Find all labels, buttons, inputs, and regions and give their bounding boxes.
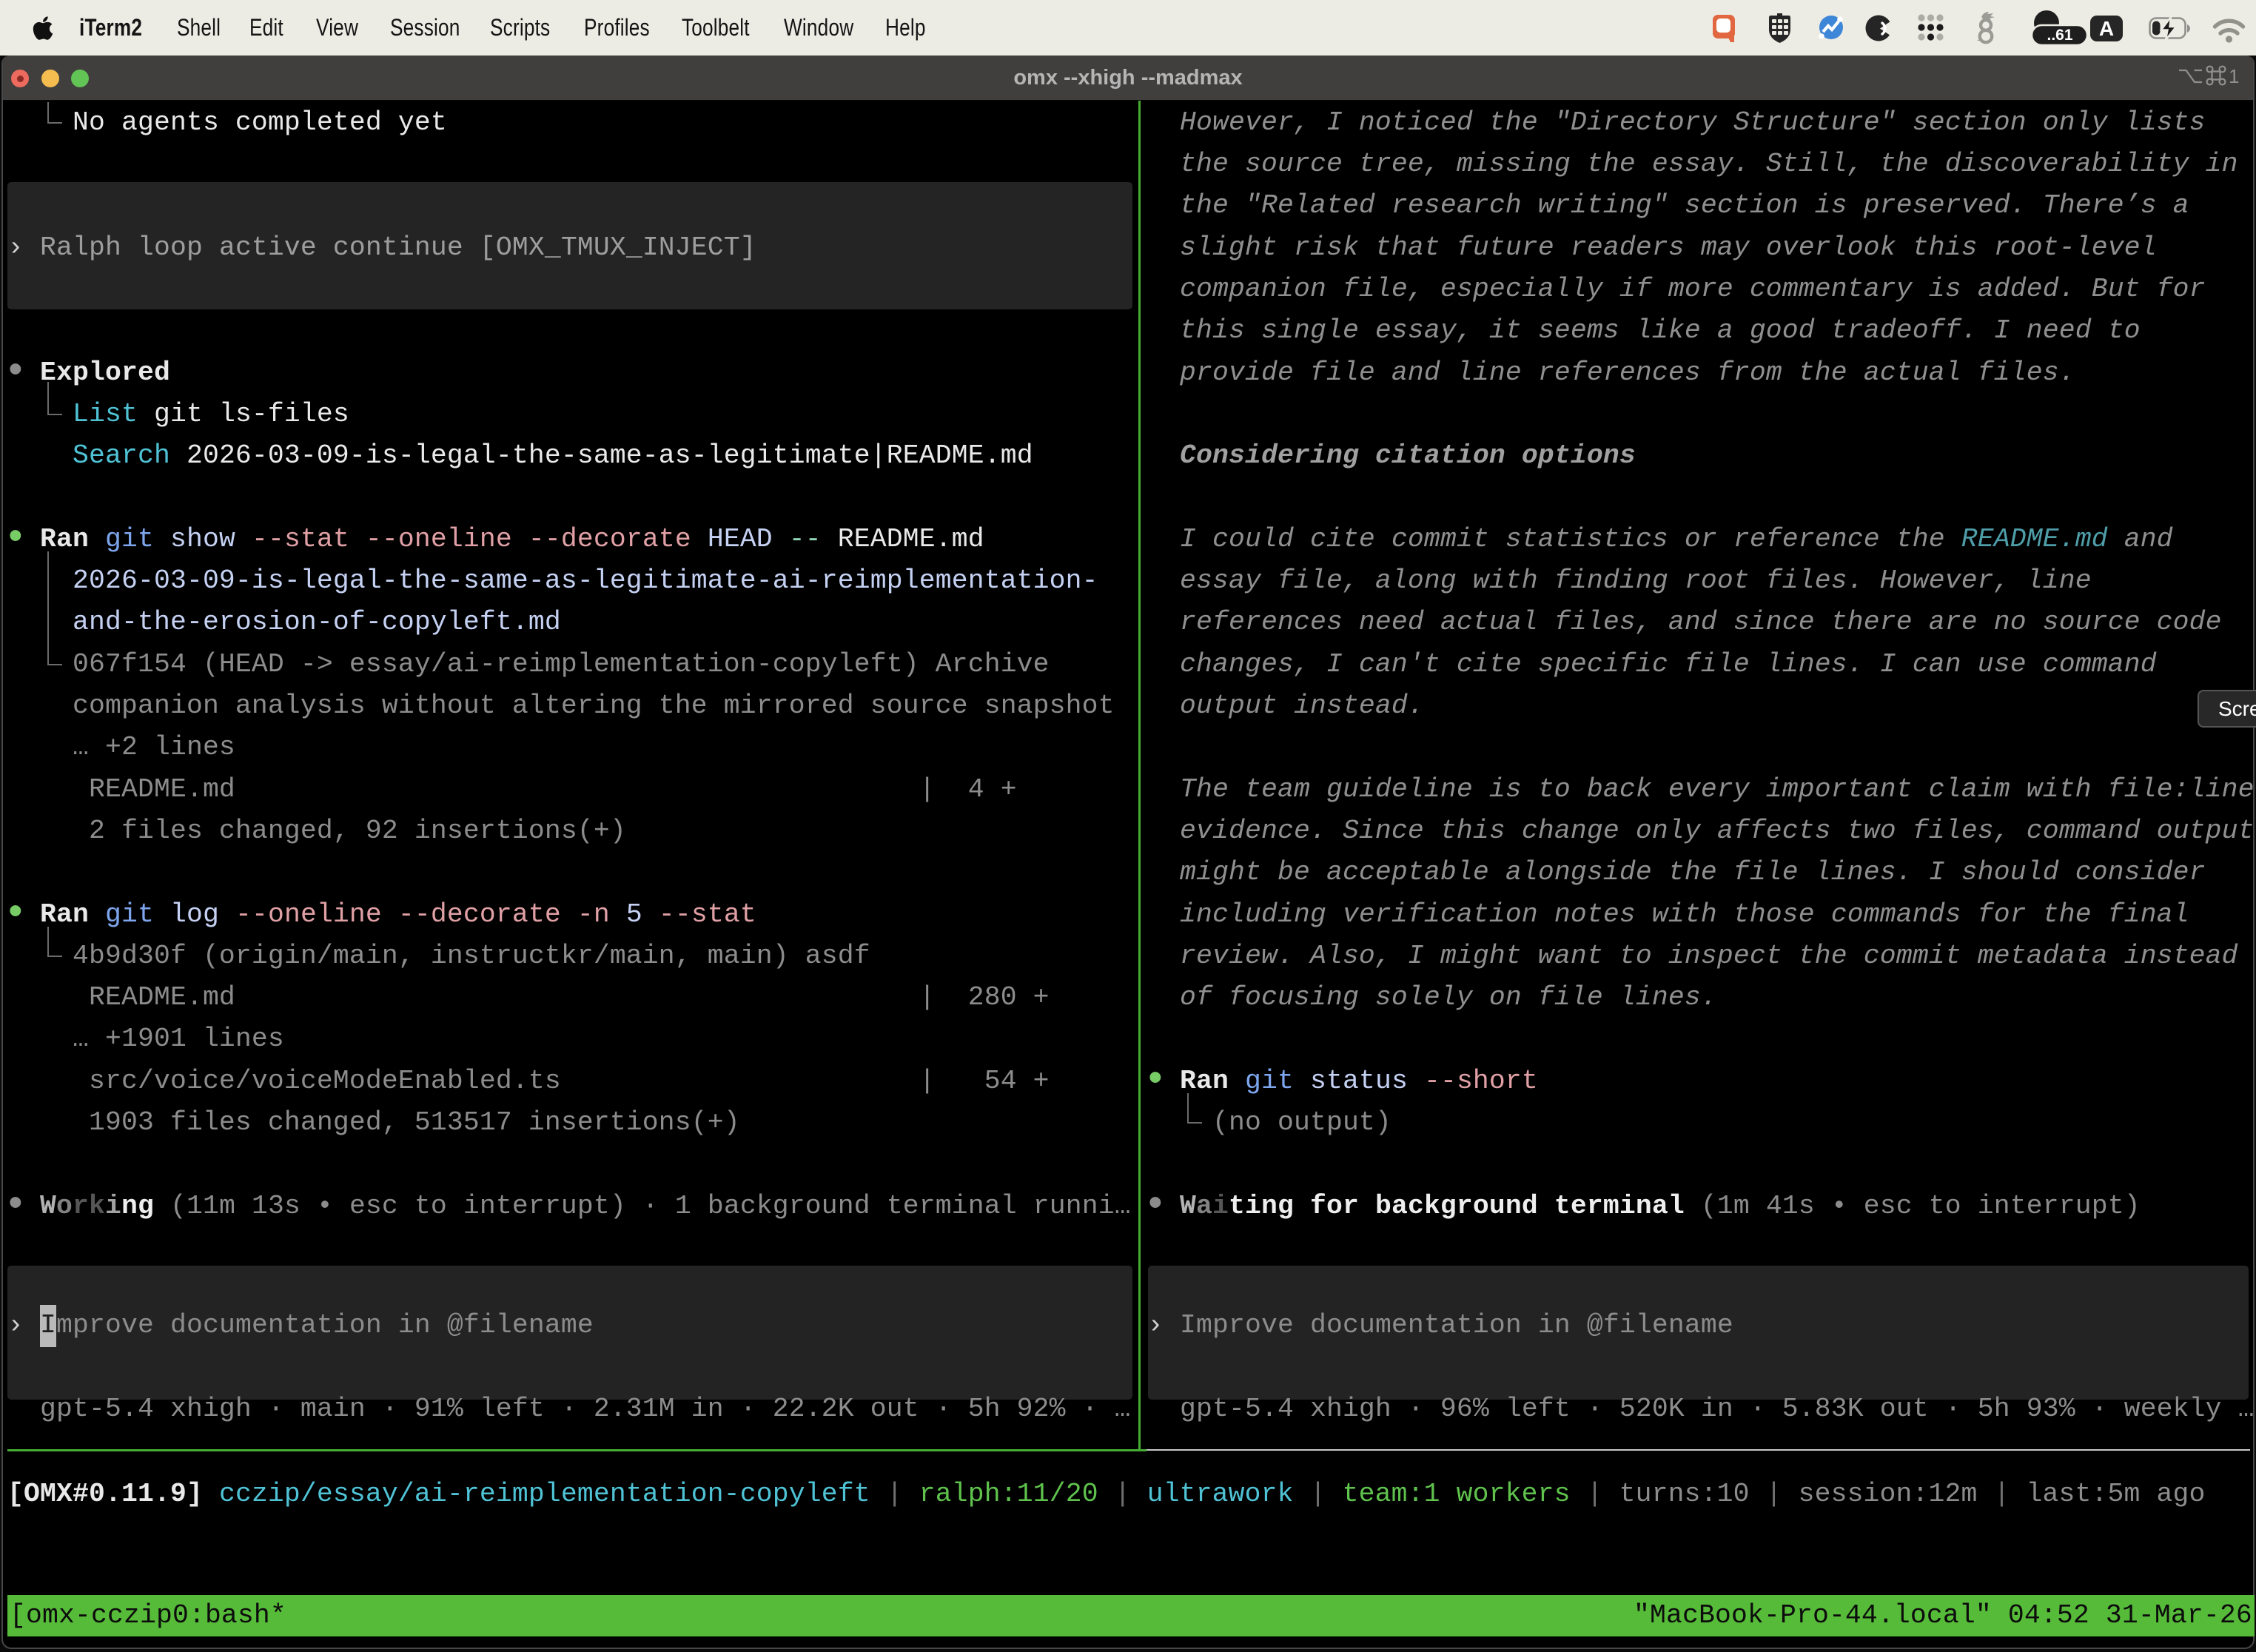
svg-text:1: 1 <box>2229 65 2239 87</box>
svg-text:..61: ..61 <box>2047 27 2072 44</box>
